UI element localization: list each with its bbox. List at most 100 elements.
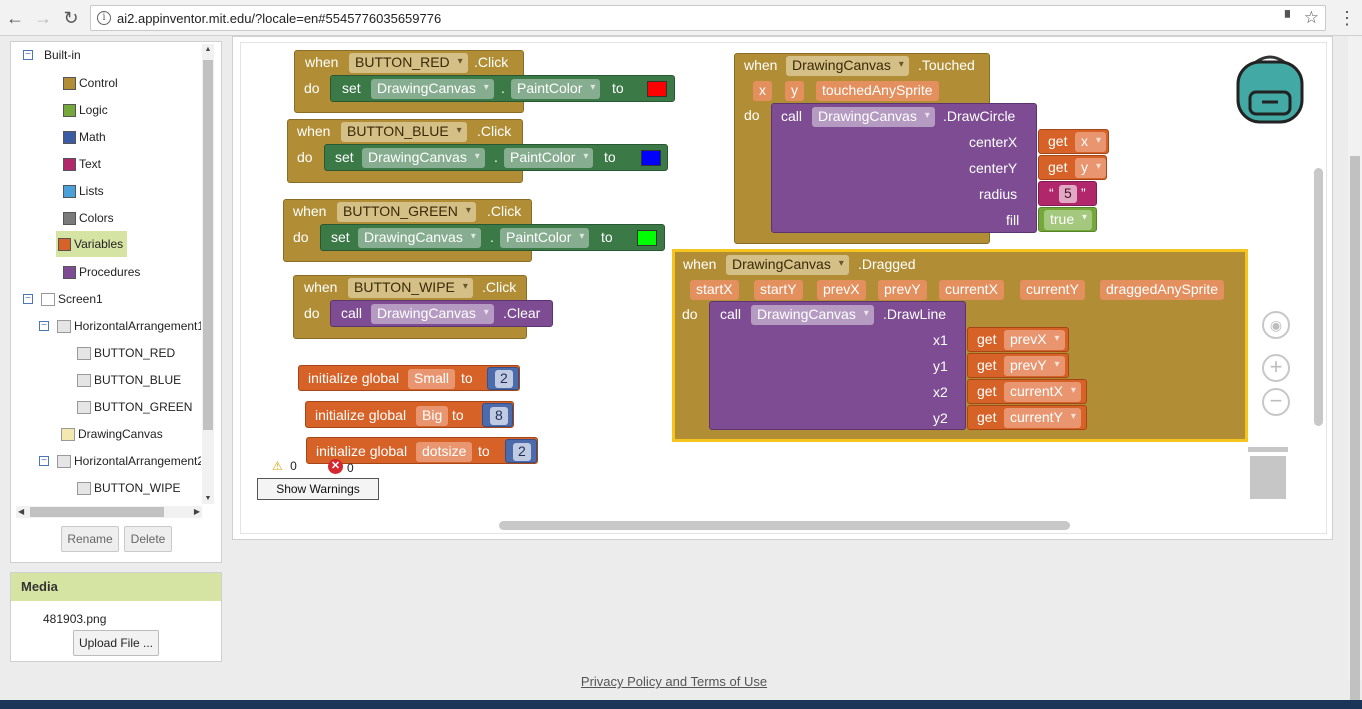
- component-dropdown[interactable]: BUTTON_WIPE: [348, 278, 473, 298]
- variable-dropdown[interactable]: currentX: [1004, 382, 1081, 402]
- variable-dropdown[interactable]: prevX: [1004, 330, 1065, 350]
- global-name-field[interactable]: Small: [408, 369, 456, 389]
- backpack-icon[interactable]: [1236, 54, 1304, 126]
- delete-button[interactable]: Delete: [124, 526, 172, 552]
- scroll-right-icon[interactable]: ▶: [194, 507, 200, 516]
- collapse-icon[interactable]: −: [39, 456, 49, 466]
- tree-button-blue[interactable]: BUTTON_BLUE: [77, 369, 181, 391]
- reload-icon[interactable]: ↻: [60, 7, 82, 29]
- scroll-left-icon[interactable]: ◀: [18, 507, 24, 516]
- privacy-link[interactable]: Privacy Policy and Terms of Use: [581, 674, 767, 689]
- component-dropdown[interactable]: DrawingCanvas: [362, 148, 485, 168]
- browser-menu-icon[interactable]: ⋮: [1338, 7, 1356, 29]
- number-block[interactable]: 2: [487, 367, 519, 390]
- param-starty[interactable]: startY: [754, 280, 803, 300]
- param-touchedanysprite[interactable]: touchedAnySprite: [816, 81, 939, 101]
- true-block[interactable]: true ▾: [1038, 207, 1097, 232]
- param-currentx[interactable]: currentX: [939, 280, 1004, 300]
- set-paintcolor-block[interactable]: set DrawingCanvas . PaintColor to: [324, 144, 668, 171]
- tree-button-green[interactable]: BUTTON_GREEN: [77, 396, 192, 418]
- scroll-thumb[interactable]: [203, 60, 213, 430]
- tree-harrangement1[interactable]: − HorizontalArrangement1: [39, 315, 201, 337]
- get-prevx-block[interactable]: get prevX: [967, 327, 1069, 352]
- builtin-variables[interactable]: Variables: [56, 231, 128, 257]
- color-swatch-red[interactable]: [647, 81, 667, 97]
- call-drawline-block[interactable]: call DrawingCanvas .DrawLine x1 y1 x2 y2: [709, 301, 966, 430]
- builtin-math[interactable]: Math: [63, 126, 106, 148]
- collapse-icon[interactable]: −: [39, 321, 49, 331]
- page-scrollbar[interactable]: [1348, 36, 1362, 709]
- color-swatch-blue[interactable]: [641, 150, 661, 166]
- param-prevy[interactable]: prevY: [878, 280, 927, 300]
- param-startx[interactable]: startX: [690, 280, 739, 300]
- get-x-block[interactable]: get x: [1038, 129, 1109, 154]
- param-x[interactable]: x: [753, 81, 772, 101]
- show-warnings-button[interactable]: Show Warnings: [257, 478, 379, 500]
- builtin-text[interactable]: Text: [63, 153, 101, 175]
- set-paintcolor-block[interactable]: set DrawingCanvas . PaintColor to: [330, 75, 675, 102]
- media-file[interactable]: 481903.png: [43, 612, 106, 626]
- get-y-block[interactable]: get y: [1038, 155, 1107, 180]
- component-dropdown[interactable]: DrawingCanvas: [371, 79, 494, 99]
- component-dropdown[interactable]: BUTTON_GREEN: [337, 202, 476, 222]
- trash-icon[interactable]: [1248, 447, 1288, 499]
- zoom-in-icon[interactable]: +: [1262, 354, 1290, 382]
- param-currenty[interactable]: currentY: [1020, 280, 1085, 300]
- tree-screen1[interactable]: − Screen1: [23, 288, 103, 310]
- tree-vertical-scrollbar[interactable]: ▲ ▼: [202, 44, 214, 504]
- workspace-vertical-scrollbar[interactable]: [1314, 168, 1323, 426]
- global-init-block[interactable]: initialize global Big to 8: [305, 401, 514, 428]
- tree-builtin[interactable]: − Built-in: [23, 44, 81, 66]
- builtin-control[interactable]: Control: [63, 72, 118, 94]
- property-dropdown[interactable]: PaintColor: [504, 148, 594, 168]
- url-text[interactable]: ai2.appinventor.mit.edu/?locale=en#55457…: [117, 11, 441, 26]
- component-dropdown[interactable]: DrawingCanvas: [812, 107, 935, 127]
- collapse-icon[interactable]: −: [23, 294, 33, 304]
- builtin-procedures[interactable]: Procedures: [63, 261, 140, 283]
- param-draggedanysprite[interactable]: draggedAnySprite: [1100, 280, 1225, 300]
- zoom-out-icon[interactable]: −: [1262, 388, 1290, 416]
- tree-harrangement2[interactable]: − HorizontalArrangement2: [39, 450, 201, 472]
- number-block[interactable]: 2: [505, 439, 537, 463]
- get-currentx-block[interactable]: get currentX: [967, 379, 1087, 404]
- component-dropdown[interactable]: DrawingCanvas: [726, 255, 849, 275]
- text-5-block[interactable]: “ 5 ”: [1038, 181, 1097, 206]
- forward-icon[interactable]: →: [32, 7, 54, 29]
- tree-button-wipe[interactable]: BUTTON_WIPE: [77, 477, 180, 499]
- tree-horizontal-scrollbar[interactable]: ◀ ▶: [16, 506, 202, 518]
- number-block[interactable]: 8: [482, 403, 513, 427]
- extension-icon[interactable]: ▘: [1285, 10, 1295, 26]
- component-dropdown[interactable]: DrawingCanvas: [751, 305, 874, 325]
- global-init-block[interactable]: initialize global Small to 2: [298, 365, 520, 391]
- recenter-icon[interactable]: ◉: [1262, 311, 1290, 339]
- property-dropdown[interactable]: PaintColor: [500, 228, 590, 248]
- builtin-logic[interactable]: Logic: [63, 99, 108, 121]
- scroll-up-icon[interactable]: ▲: [202, 46, 214, 53]
- global-init-block[interactable]: initialize global dotsize to 2: [306, 437, 538, 464]
- param-prevx[interactable]: prevX: [817, 280, 866, 300]
- number-field[interactable]: 2: [495, 370, 513, 388]
- variable-dropdown[interactable]: prevY: [1004, 356, 1065, 376]
- component-dropdown[interactable]: BUTTON_BLUE: [341, 122, 467, 142]
- global-name-field[interactable]: Big: [416, 406, 449, 426]
- tree-drawingcanvas[interactable]: DrawingCanvas: [61, 423, 163, 445]
- number-field[interactable]: 8: [490, 407, 508, 425]
- variable-dropdown[interactable]: y: [1075, 158, 1106, 178]
- scroll-down-icon[interactable]: ▼: [202, 495, 214, 502]
- site-info-icon[interactable]: i: [97, 11, 111, 25]
- component-dropdown[interactable]: DrawingCanvas: [786, 56, 909, 76]
- param-y[interactable]: y: [785, 81, 804, 101]
- scroll-thumb[interactable]: [30, 507, 164, 517]
- rename-button[interactable]: Rename: [61, 526, 119, 552]
- text-field[interactable]: 5: [1059, 185, 1077, 203]
- color-swatch-green[interactable]: [637, 230, 657, 246]
- scroll-thumb[interactable]: [1350, 156, 1360, 709]
- tree-button-red[interactable]: BUTTON_RED: [77, 342, 175, 364]
- builtin-lists[interactable]: Lists: [63, 180, 104, 202]
- back-icon[interactable]: ←: [4, 7, 26, 29]
- call-clear-block[interactable]: call DrawingCanvas .Clear: [330, 300, 553, 327]
- component-dropdown[interactable]: BUTTON_RED: [349, 53, 468, 73]
- component-dropdown[interactable]: DrawingCanvas: [371, 304, 494, 324]
- collapse-icon[interactable]: −: [23, 50, 33, 60]
- component-dropdown[interactable]: DrawingCanvas: [358, 228, 481, 248]
